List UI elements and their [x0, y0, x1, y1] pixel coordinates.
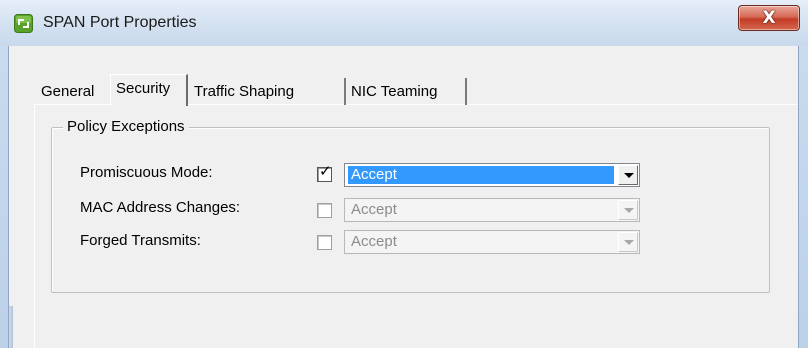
- close-icon: X: [762, 7, 776, 28]
- forged-transmits-select[interactable]: Accept: [344, 230, 640, 254]
- promiscuous-mode-label: Promiscuous Mode:: [80, 164, 213, 181]
- dialog-window: SPAN Port Properties X General Security …: [0, 0, 808, 348]
- promiscuous-mode-checkbox[interactable]: ✓: [317, 162, 332, 182]
- mac-address-changes-label: MAC Address Changes:: [80, 199, 241, 216]
- tab-security[interactable]: Security: [110, 74, 188, 106]
- promiscuous-mode-select[interactable]: Accept: [344, 163, 640, 187]
- mac-address-changes-select[interactable]: Accept: [344, 198, 640, 222]
- forged-transmits-value: Accept: [351, 233, 397, 250]
- tab-traffic-shaping[interactable]: Traffic Shaping: [189, 78, 346, 105]
- tab-strip: General Security Traffic Shaping NIC Tea…: [36, 74, 467, 106]
- forged-transmits-checkbox[interactable]: [317, 235, 332, 250]
- forged-transmits-label: Forged Transmits:: [80, 232, 201, 249]
- close-button[interactable]: X: [738, 5, 800, 31]
- title-bar[interactable]: SPAN Port Properties X: [0, 0, 808, 46]
- mac-address-changes-value: Accept: [351, 201, 397, 218]
- chevron-down-icon[interactable]: [618, 200, 638, 220]
- window-left-edge: [9, 306, 13, 348]
- tab-general[interactable]: General: [36, 78, 106, 105]
- vsphere-app-icon: [14, 14, 33, 33]
- chevron-down-icon[interactable]: [618, 232, 638, 252]
- policy-exceptions-label: Policy Exceptions: [63, 118, 189, 135]
- tab-nic-teaming[interactable]: NIC Teaming: [346, 78, 467, 105]
- mac-address-changes-checkbox[interactable]: [317, 203, 332, 218]
- window-title: SPAN Port Properties: [43, 14, 197, 31]
- promiscuous-mode-value: Accept: [348, 166, 614, 184]
- chevron-down-icon[interactable]: [618, 165, 638, 185]
- checkmark-icon: ✓: [319, 162, 332, 180]
